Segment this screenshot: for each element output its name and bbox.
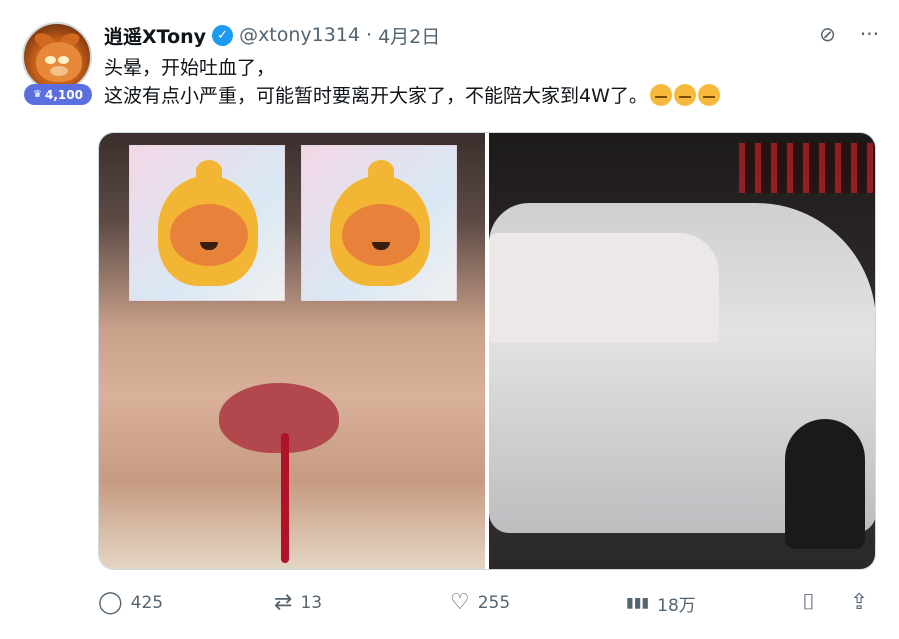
- share-button[interactable]: ⇪: [850, 592, 868, 614]
- face-emoji-icon: [697, 84, 720, 106]
- badge-count: 4,100: [45, 87, 83, 102]
- media-photo-face[interactable]: [99, 133, 485, 569]
- like-button[interactable]: ♡ 255: [450, 592, 510, 614]
- sticker-image: [301, 145, 457, 301]
- heart-icon: ♡: [450, 590, 470, 615]
- sticker-image: [129, 145, 285, 301]
- photo-car-wheel: [785, 419, 865, 549]
- tweet-text-line: 头晕，开始吐血了，: [104, 57, 276, 79]
- face-emoji-icon: [649, 84, 672, 106]
- views-icon: ▮▮▮: [626, 595, 650, 611]
- views-button[interactable]: ▮▮▮ 18万: [626, 591, 696, 616]
- subscriber-badge[interactable]: ♛ 4,100: [24, 84, 92, 105]
- face-emoji-icon: [673, 84, 696, 106]
- reply-count: 425: [130, 593, 164, 613]
- tweet-text-line-2: 这波有点小严重，可能暂时要离开大家了，不能陪大家到4W了。: [104, 82, 720, 110]
- tweet-actions: ◯ 425 ⇄ 13 ♡ 255 ▮▮▮ 18万 ⌷ ⇪: [98, 588, 876, 618]
- like-count: 255: [477, 593, 511, 613]
- views-count: 18万: [657, 595, 696, 616]
- media-photo-car[interactable]: [489, 133, 875, 569]
- author-name[interactable]: 逍遥XTony: [104, 22, 206, 49]
- more-options-icon[interactable]: ···: [860, 24, 879, 44]
- photo-blood: [281, 433, 289, 563]
- sticker-muzzle: [342, 204, 420, 266]
- photo-railing: [739, 143, 875, 193]
- tweet-top-actions: ⊘ ···: [819, 24, 879, 44]
- tweet-header: 逍遥XTony ✓ @xtony1314 · 4月2日: [104, 22, 440, 48]
- reply-icon: ◯: [98, 590, 123, 615]
- avatar-snout: [50, 66, 68, 76]
- trophy-icon: ♛: [33, 89, 42, 100]
- share-icon: ⇪: [850, 590, 869, 615]
- sticker-muzzle: [170, 204, 248, 266]
- bookmark-button[interactable]: ⌷: [802, 592, 815, 614]
- post-date[interactable]: 4月2日: [378, 22, 440, 49]
- retweet-icon: ⇄: [274, 590, 293, 615]
- tweet-media: [98, 132, 876, 570]
- reply-button[interactable]: ◯ 425: [98, 592, 163, 614]
- author-handle[interactable]: @xtony1314: [239, 24, 360, 46]
- tweet-text: 头晕，开始吐血了， 这波有点小严重，可能暂时要离开大家了，不能陪大家到4W了。: [104, 54, 720, 110]
- retweet-count: 13: [300, 593, 323, 613]
- avatar-eye: [58, 56, 69, 64]
- grok-icon[interactable]: ⊘: [819, 24, 836, 44]
- verified-icon: ✓: [212, 24, 234, 46]
- tweet-text-line: 这波有点小严重，可能暂时要离开大家了，不能陪大家到4W了。: [104, 85, 648, 107]
- photo-car-interior: [489, 233, 719, 343]
- separator: ·: [366, 24, 373, 46]
- retweet-button[interactable]: ⇄ 13: [274, 592, 322, 614]
- avatar[interactable]: [22, 22, 92, 92]
- avatar-eye: [45, 56, 56, 64]
- bookmark-icon: ⌷: [802, 590, 816, 615]
- photo-lips: [219, 383, 339, 453]
- tweet-card[interactable]: ♛ 4,100 逍遥XTony ✓ @xtony1314 · 4月2日 ⊘ ··…: [0, 0, 899, 639]
